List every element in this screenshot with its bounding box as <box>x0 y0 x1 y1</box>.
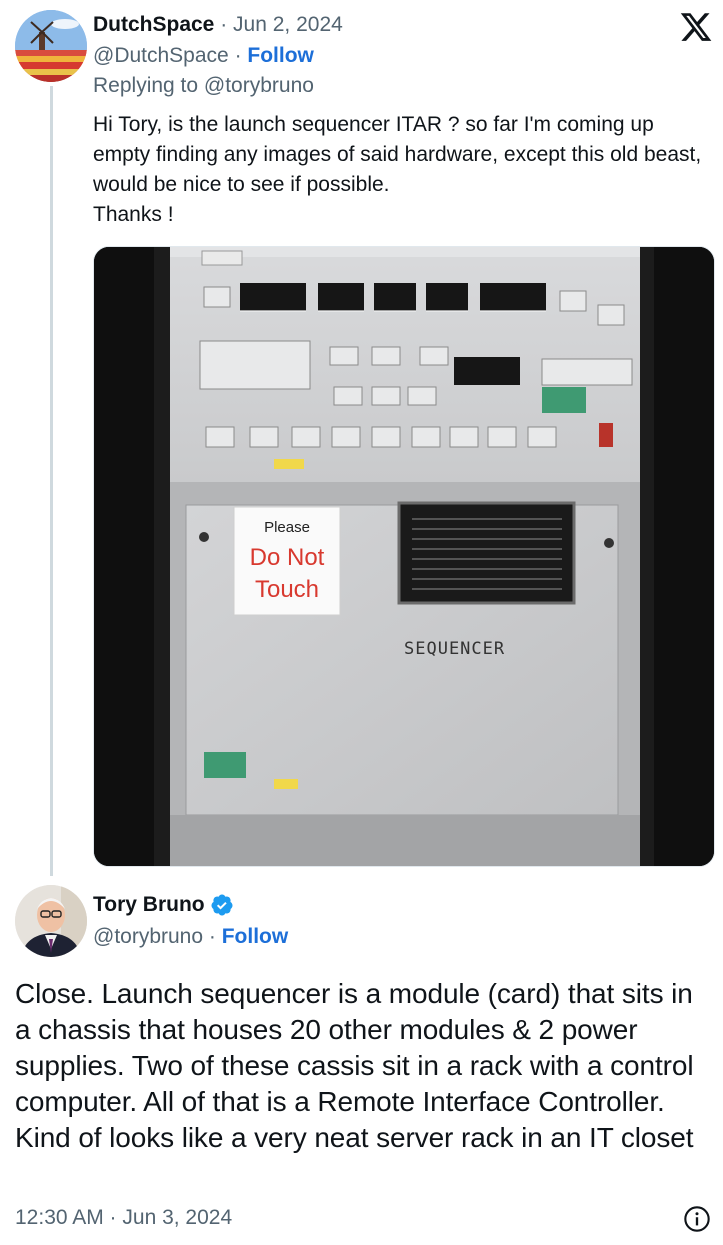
tweet-handle[interactable]: @torybruno <box>93 925 203 948</box>
reply-text-line: Thanks ! <box>93 203 174 226</box>
reply-text-line: Hi Tory, is the launch sequencer ITAR ? … <box>93 113 702 196</box>
sequencer-photo: Please Do Not Touch SEQUENCER <box>94 247 714 866</box>
separator-dot: · <box>203 925 222 948</box>
verified-badge-icon <box>211 894 233 916</box>
reply-handle-row: @DutchSpace · Follow <box>93 43 314 69</box>
follow-dutchspace-button[interactable]: Follow <box>247 44 314 67</box>
sign-touch: Touch <box>255 576 319 603</box>
reply-tweet: DutchSpace · Jun 2, 2024 @DutchSpace · F… <box>0 0 723 880</box>
follow-torybruno-button[interactable]: Follow <box>222 925 289 948</box>
separator-dot: · <box>214 13 234 36</box>
panel-label: SEQUENCER <box>404 639 505 659</box>
torybruno-avatar[interactable] <box>15 885 87 957</box>
info-icon[interactable] <box>683 1205 711 1233</box>
sign-please: Please <box>264 519 310 536</box>
reply-author-name[interactable]: DutchSpace <box>93 13 214 36</box>
sign-do-not: Do Not <box>250 544 325 571</box>
tweet-text: Close. Launch sequencer is a module (car… <box>15 978 694 1153</box>
dutchspace-avatar[interactable] <box>15 10 87 82</box>
reply-header: DutchSpace · Jun 2, 2024 <box>93 12 343 38</box>
thread-connector-line <box>50 86 53 876</box>
reply-text: Hi Tory, is the launch sequencer ITAR ? … <box>93 110 708 230</box>
tweet-handle-row: @torybruno · Follow <box>93 924 288 950</box>
separator-dot: · <box>228 44 248 67</box>
reply-date[interactable]: Jun 2, 2024 <box>233 13 343 36</box>
attached-photo[interactable]: Please Do Not Touch SEQUENCER <box>93 246 715 867</box>
replying-to: Replying to @torybruno <box>93 74 314 97</box>
reply-handle[interactable]: @DutchSpace <box>93 44 229 67</box>
tweet-author-name[interactable]: Tory Bruno <box>93 892 205 918</box>
tweet-timestamp[interactable]: 12:30 AM · Jun 3, 2024 <box>15 1205 232 1231</box>
tweet-header: Tory Bruno <box>93 892 234 918</box>
